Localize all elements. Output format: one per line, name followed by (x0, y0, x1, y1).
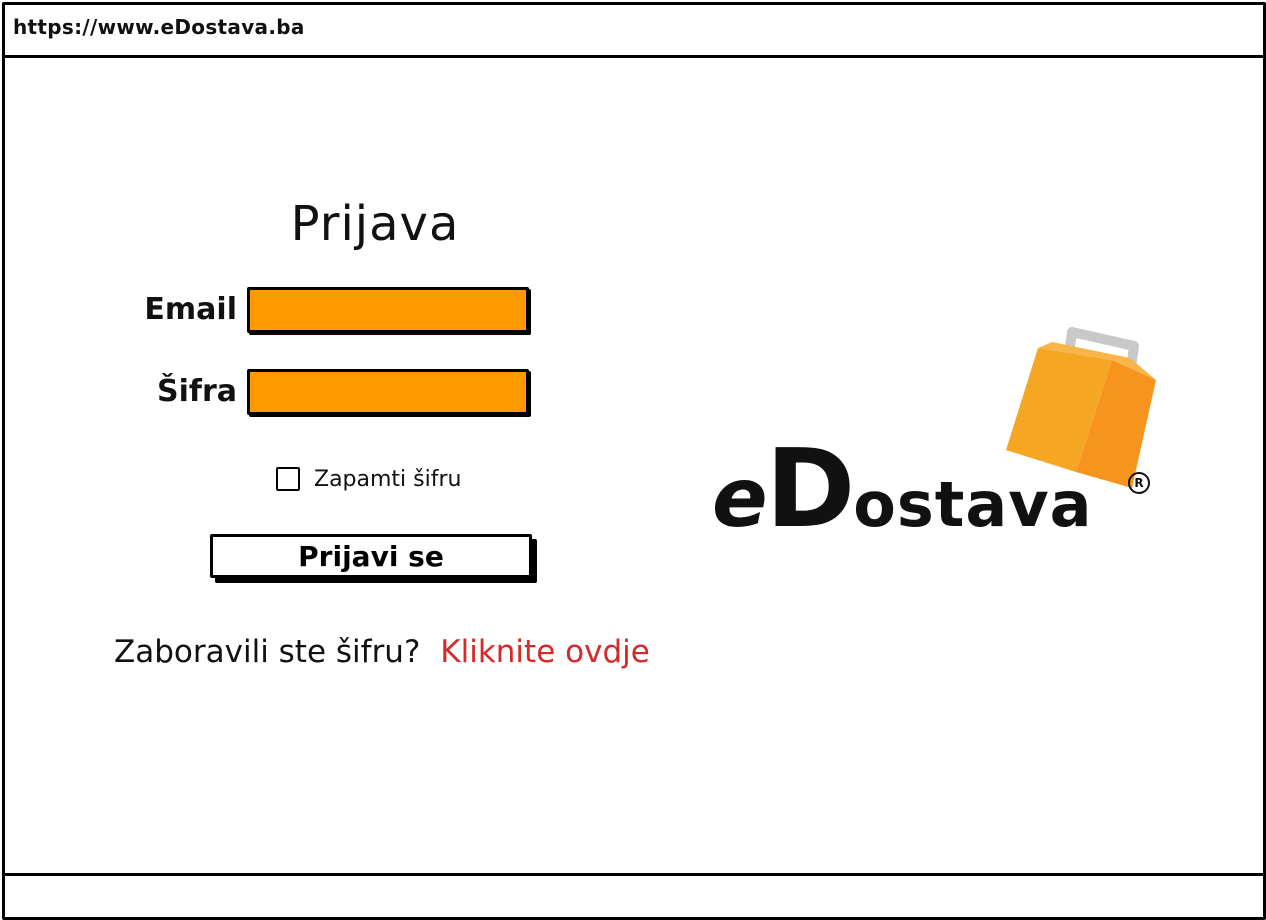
logo-letter-d: D (765, 427, 856, 552)
login-button[interactable]: Prijavi se (210, 534, 532, 578)
footer-bar (5, 873, 1263, 920)
page-title: Prijava (290, 196, 460, 252)
logo-letter-e: e (712, 451, 768, 546)
forgot-password-text: Zaboravili ste šifru? (114, 634, 421, 670)
edostava-logo: eDostava R (700, 320, 1170, 550)
forgot-password-link[interactable]: Kliknite ovdje (440, 634, 650, 670)
email-label: Email (144, 292, 237, 327)
logo-text-ostava: ostava (853, 468, 1093, 541)
remember-password-label[interactable]: Zapamti šifru (314, 467, 461, 492)
email-field[interactable] (247, 287, 529, 333)
remember-password-checkbox[interactable] (276, 467, 300, 491)
forgot-password-row: Zaboravili ste šifru? Kliknite ovdje (114, 634, 650, 670)
url-text[interactable]: https://www.eDostava.ba (13, 15, 305, 39)
registered-mark-icon: R (1128, 472, 1150, 494)
logo-wordmark: eDostava (712, 436, 1093, 544)
address-bar[interactable]: https://www.eDostava.ba (5, 5, 1263, 58)
password-label: Šifra (157, 374, 237, 409)
password-field[interactable] (247, 369, 529, 415)
remember-password-row[interactable]: Zapamti šifru (276, 464, 461, 494)
